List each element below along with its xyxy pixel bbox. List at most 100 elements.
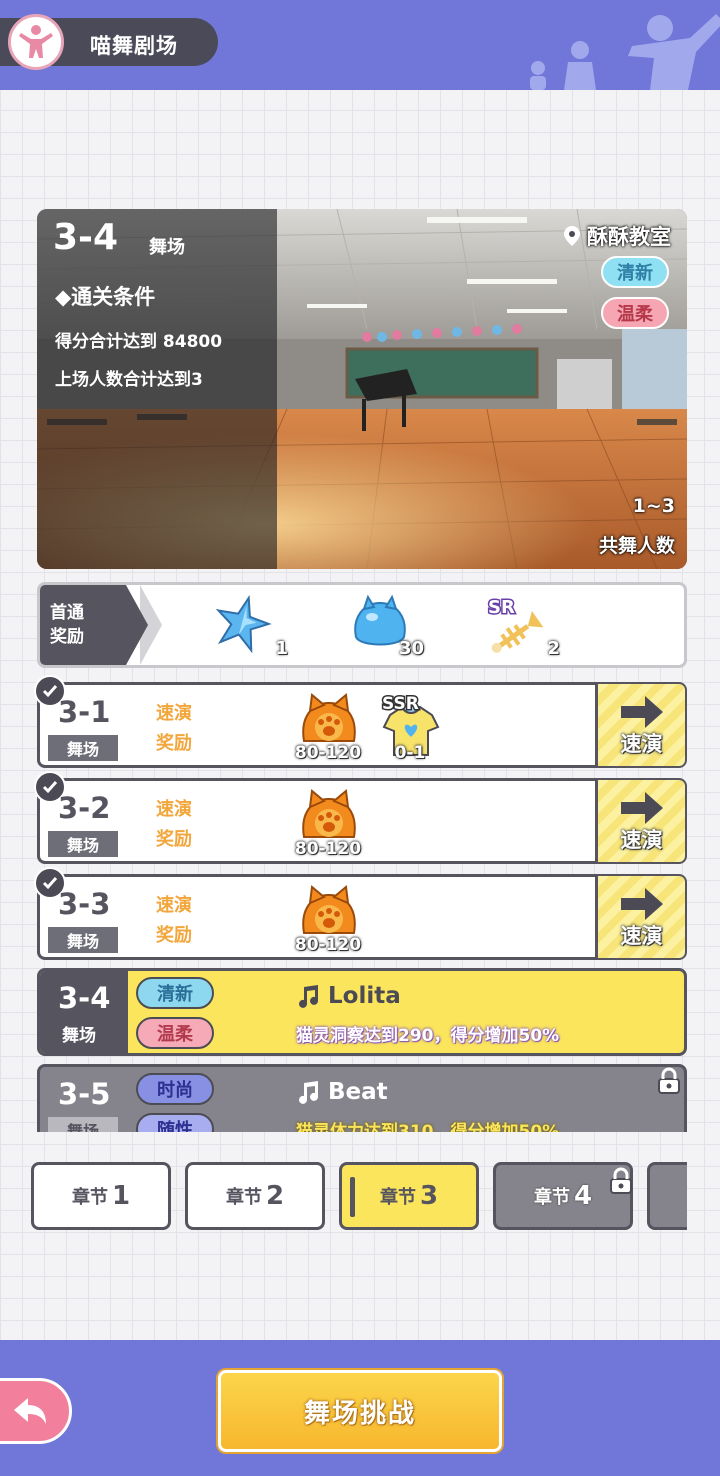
song-name: Lolita (328, 983, 401, 1009)
reward-count: 0-1 (394, 743, 426, 763)
level-number: 3-4 (58, 981, 111, 1015)
style-tag-gentle: 温柔 (601, 297, 669, 329)
reward-arrow (126, 585, 148, 665)
dancer-silhouettes-decoration (530, 14, 720, 90)
speed-reward-label-1: 速演 (156, 799, 192, 820)
stage-location: 酥酥教室 (563, 221, 671, 251)
style-tag-gentle: 温柔 (136, 1017, 214, 1049)
level-number: 3-2 (58, 791, 111, 825)
reward-item-star-gem[interactable]: 1 (212, 593, 292, 659)
chapter-number: 2 (265, 1181, 285, 1211)
reward-ssr-shirt[interactable]: SSR 0-1 (376, 691, 446, 763)
song-title: Lolita (296, 983, 401, 1009)
condition-members: 上场人数合计达到3 (55, 370, 203, 390)
chapter-tab-3[interactable]: 章节 3 (339, 1162, 479, 1230)
speed-reward-label-1: 速演 (156, 703, 192, 724)
level-row-3-5-locked[interactable]: 3-5 舞场 时尚 随性 Beat 猫灵体力达到310，得分增加50% (37, 1064, 687, 1132)
speed-reward-label-2: 奖励 (156, 733, 192, 754)
condition-score: 得分合计达到 84800 (55, 332, 223, 352)
blue-star-gem-icon (215, 594, 272, 654)
reward-count: 80-120 (294, 935, 362, 955)
level-row-3-4-selected[interactable]: 3-4 舞场 清新 温柔 Lolita 猫灵洞察达到290，得分增加50% (37, 968, 687, 1056)
style-tag-casual: 随性 (136, 1113, 214, 1132)
reward-count: 2 (547, 638, 560, 659)
clear-conditions-title: ◆通关条件 (55, 285, 156, 309)
back-button[interactable] (0, 1378, 72, 1444)
music-note-icon (299, 1081, 318, 1104)
arrow-right-icon (620, 888, 663, 920)
speed-reward-label-2: 奖励 (156, 925, 192, 946)
level-number: 3-3 (58, 887, 111, 921)
speed-reward-label-2: 奖励 (156, 829, 192, 850)
chapter-number: 4 (573, 1181, 593, 1211)
first-clear-label-line1: 首通 (50, 603, 84, 623)
chapter-label: 章节 (379, 1187, 416, 1208)
level-type-badge: 舞场 (48, 927, 118, 953)
first-clear-label: 首通 奖励 (40, 585, 126, 665)
level-row-3-1[interactable]: 3-1 舞场 速演 奖励 80-120 SSR 0-1 速演 (34, 675, 687, 768)
quick-play-label: 速演 (620, 732, 663, 756)
dancer-icon[interactable] (8, 14, 64, 70)
reward-count: 1 (275, 638, 288, 659)
song-name: Beat (328, 1079, 388, 1105)
stage-preview-card: 3-4 舞场 ◆通关条件 得分合计达到 84800 上场人数合计达到3 酥酥教室… (37, 209, 687, 569)
reward-cat-paw-coin[interactable]: 80-120 (294, 691, 364, 763)
lock-icon (610, 1167, 632, 1194)
chapter-tab-5-partial[interactable] (647, 1162, 687, 1230)
chapter-label: 章节 (71, 1187, 108, 1208)
quick-play-button[interactable]: 速演 (595, 780, 685, 862)
reward-item-slime[interactable]: 30 (348, 593, 428, 659)
back-arrow-icon (14, 1398, 46, 1424)
song-bonus-desc: 猫灵洞察达到290，得分增加50% (296, 1026, 560, 1046)
quick-play-label: 速演 (620, 828, 663, 852)
quick-play-label: 速演 (620, 924, 663, 948)
level-type-badge: 舞场 (48, 831, 118, 857)
lock-icon (658, 1067, 680, 1094)
page-title: 喵舞剧场 (90, 34, 178, 58)
level-number: 3-1 (58, 695, 111, 729)
reward-cat-paw-coin[interactable]: 80-120 (294, 787, 364, 859)
svg-text:SR: SR (488, 597, 515, 618)
level-type-badge: 舞场 (48, 1117, 118, 1132)
arrow-right-icon (620, 696, 663, 728)
reward-count: 80-120 (294, 839, 362, 859)
style-tag-fresh: 清新 (601, 256, 669, 288)
music-note-icon (299, 985, 318, 1008)
level-number: 3-5 (58, 1077, 111, 1111)
first-clear-reward-bar: 首通 奖励 1 30 SR 2 (37, 582, 687, 668)
location-name: 酥酥教室 (587, 225, 671, 249)
location-pin-icon (564, 226, 580, 246)
dancers-label: 共舞人数 (598, 535, 675, 557)
style-tag-fashion: 时尚 (136, 1073, 214, 1105)
quick-play-button[interactable]: 速演 (595, 876, 685, 958)
top-bar: 喵舞剧场 (0, 0, 720, 90)
speed-reward-label-1: 速演 (156, 895, 192, 916)
stage-type: 舞场 (149, 237, 185, 258)
chapter-number: 1 (111, 1181, 131, 1211)
reward-cat-paw-coin[interactable]: 80-120 (294, 883, 364, 955)
song-bonus-desc: 猫灵体力达到310，得分增加50% (296, 1122, 560, 1132)
dancers-range: 1~3 (632, 495, 675, 517)
stage-challenge-button[interactable]: 舞场挑战 (218, 1370, 502, 1452)
level-row-3-2[interactable]: 3-2 舞场 速演 奖励 80-120 速演 (34, 771, 687, 864)
style-tag-fresh: 清新 (136, 977, 214, 1009)
arrow-right-icon (620, 792, 663, 824)
stage-number: 3-4 (53, 217, 119, 258)
level-type: 舞场 (62, 1026, 96, 1046)
first-clear-label-line2: 奖励 (50, 627, 84, 647)
chapter-tab-1[interactable]: 章节 1 (31, 1162, 171, 1230)
sr-fishbone-icon: SR (487, 596, 544, 653)
challenge-label: 舞场挑战 (303, 1398, 416, 1429)
chapter-label: 章节 (533, 1187, 570, 1208)
chapter-tab-2[interactable]: 章节 2 (185, 1162, 325, 1230)
song-title: Beat (296, 1079, 388, 1105)
level-type-badge: 舞场 (48, 735, 118, 761)
reward-item-sr-fishbone[interactable]: SR 2 (484, 593, 564, 660)
quick-play-button[interactable]: 速演 (595, 684, 685, 766)
chapter-tab-4[interactable]: 章节 4 (493, 1162, 633, 1230)
reward-count: 30 (398, 638, 424, 659)
level-number-block: 3-4 舞场 (40, 971, 128, 1053)
level-row-3-3[interactable]: 3-3 舞场 速演 奖励 80-120 速演 (34, 867, 687, 960)
reward-count: 80-120 (294, 743, 362, 763)
chapter-number: 3 (419, 1181, 439, 1211)
